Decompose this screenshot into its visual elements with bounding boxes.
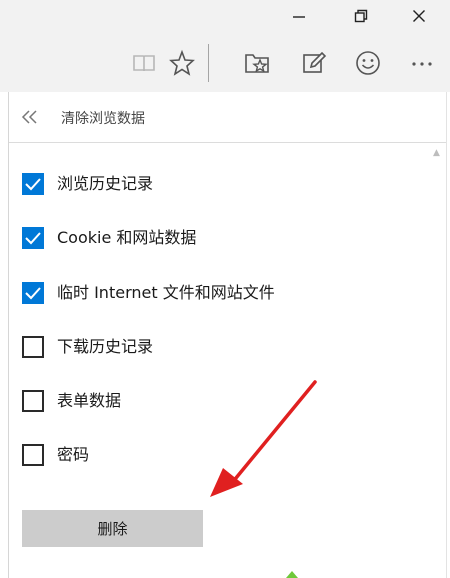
more-icon[interactable]: [407, 48, 437, 78]
restore-button[interactable]: [344, 4, 378, 30]
checkbox-unchecked[interactable]: [22, 390, 44, 412]
checkmark-icon: [25, 178, 41, 191]
web-note-icon[interactable]: [299, 48, 329, 78]
checkbox-unchecked[interactable]: [22, 444, 44, 466]
panel-title: 清除浏览数据: [61, 111, 145, 127]
checkbox-checked[interactable]: [22, 227, 44, 249]
toolbar-separator: [208, 44, 209, 82]
checkmark-icon: [25, 287, 41, 300]
restore-icon: [354, 9, 368, 23]
checkbox-checked[interactable]: [22, 173, 44, 195]
favorites-star-icon[interactable]: [167, 48, 197, 78]
minimize-icon: [293, 16, 305, 18]
option-label: 临时 Internet 文件和网站文件: [57, 283, 275, 302]
reading-view-icon[interactable]: [129, 48, 159, 78]
option-label: 浏览历史记录: [57, 174, 154, 193]
checkmark-icon: [25, 232, 41, 245]
browser-toolbar: [0, 34, 450, 92]
scroll-up-arrow-icon[interactable]: ▲: [433, 148, 440, 158]
option-label: 下载历史记录: [57, 337, 154, 356]
option-label: 表单数据: [57, 391, 122, 410]
option-label: Cookie 和网站数据: [57, 228, 197, 247]
green-marker-icon: [286, 571, 298, 578]
feedback-smiley-icon[interactable]: [353, 48, 383, 78]
panel-header: 清除浏览数据: [9, 92, 446, 142]
checkbox-checked[interactable]: [22, 282, 44, 304]
window-titlebar: [0, 0, 450, 34]
hub-icon[interactable]: [242, 48, 272, 78]
close-button[interactable]: [402, 4, 436, 30]
back-chevron-icon[interactable]: [21, 109, 39, 125]
checkbox-unchecked[interactable]: [22, 336, 44, 358]
delete-button[interactable]: 删除: [22, 510, 203, 547]
panel-divider: [9, 142, 446, 143]
panel-right-border: [446, 92, 447, 578]
panel-left-border: [8, 92, 9, 578]
close-icon: [413, 10, 425, 22]
option-label: 密码: [57, 445, 90, 464]
minimize-button[interactable]: [282, 4, 316, 30]
